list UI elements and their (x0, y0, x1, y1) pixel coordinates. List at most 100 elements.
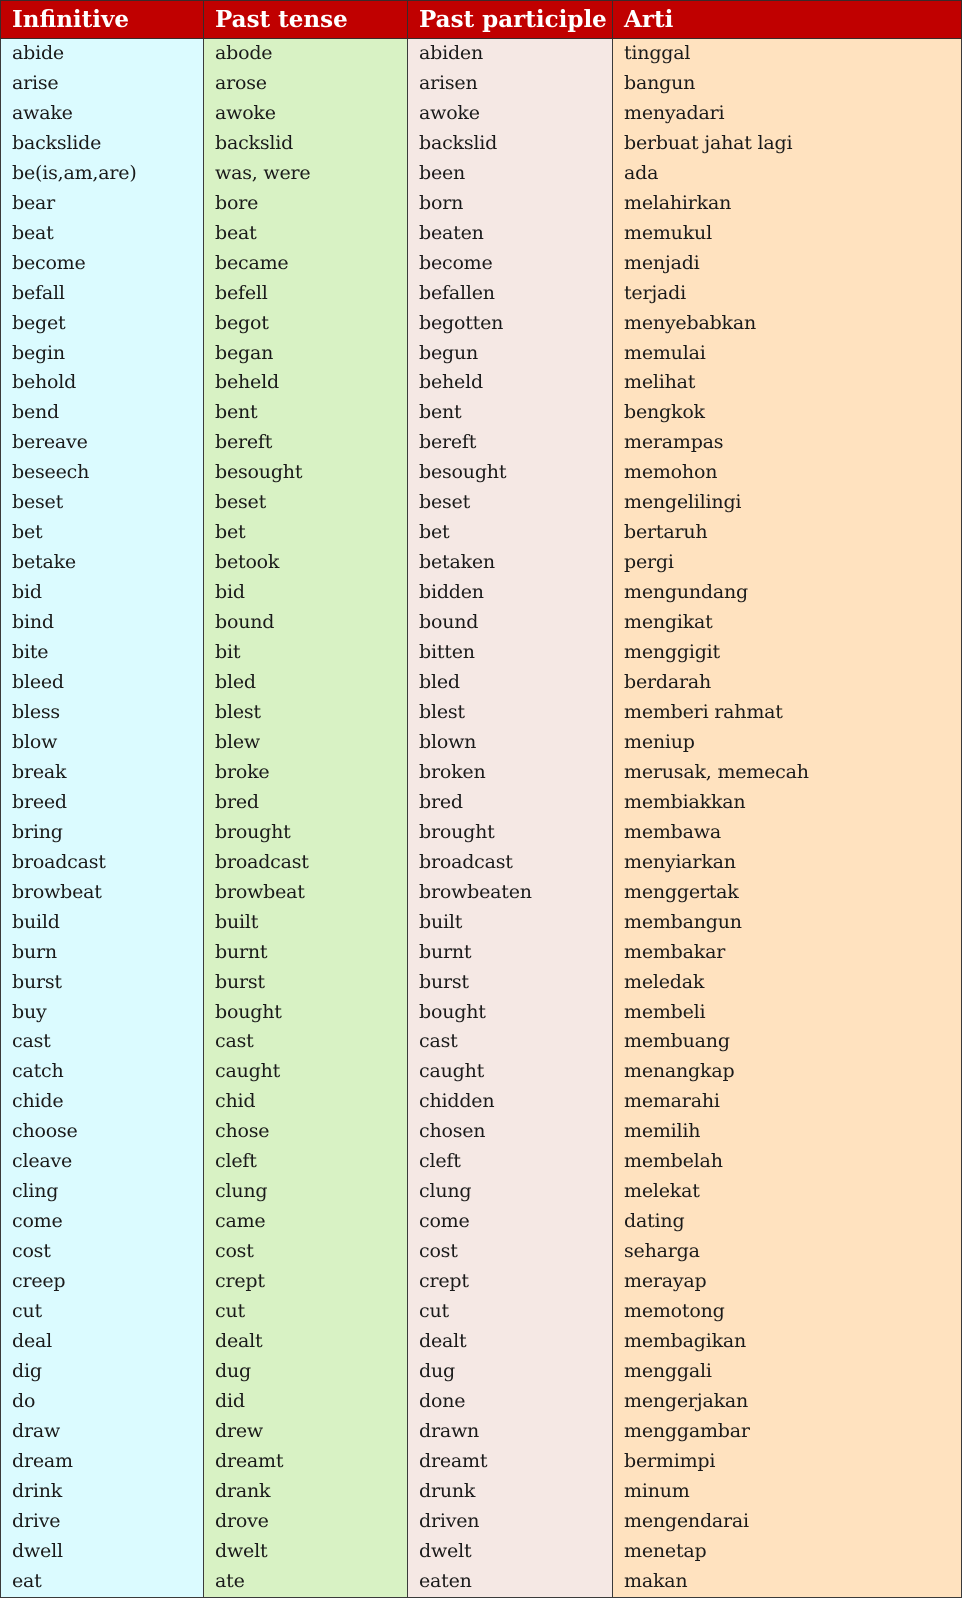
cell-past-participle: bitten (407, 638, 613, 669)
cell-past-participle: broken (407, 757, 613, 788)
table-row: do did done mengerjakan (0, 1386, 962, 1417)
table-row: dig dug dug menggali (0, 1356, 962, 1387)
table-row: betake betook betaken pergi (0, 548, 962, 579)
cell-past-tense: betook (203, 548, 408, 579)
table-row: browbeat browbeat browbeaten menggertak (0, 877, 962, 908)
cell-past-participle: brought (407, 817, 613, 848)
table-row: bet bet bet bertaruh (0, 518, 962, 549)
cell-past-tense: abode (203, 38, 408, 69)
cell-arti: mengendarai (612, 1506, 962, 1537)
cell-past-participle: crept (407, 1267, 613, 1298)
cell-past-participle: bled (407, 668, 613, 698)
table-row: cost cost cost seharga (0, 1237, 962, 1268)
table-row: draw drew drawn menggambar (0, 1416, 962, 1447)
cell-past-tense: begot (203, 308, 408, 339)
cell-infinitive: dream (0, 1446, 204, 1477)
cell-arti: memohon (612, 458, 962, 489)
cell-past-tense: broke (203, 757, 408, 788)
cell-infinitive: catch (0, 1057, 204, 1088)
cell-infinitive: do (0, 1386, 204, 1417)
table-row: breed bred bred membiakkan (0, 787, 962, 818)
cell-past-participle: become (407, 248, 613, 279)
cell-past-tense: burnt (203, 937, 408, 968)
header-infinitive: Infinitive (0, 0, 204, 39)
cell-past-tense: dreamt (203, 1446, 408, 1477)
cell-arti: berbuat jahat lagi (612, 128, 962, 159)
cell-past-participle: come (407, 1207, 613, 1238)
cell-past-tense: besought (203, 458, 408, 489)
cell-past-tense: caught (203, 1057, 408, 1088)
table-row: buy bought bought membeli (0, 997, 962, 1028)
table-row: beat beat beaten memukul (0, 218, 962, 249)
cell-infinitive: burst (0, 967, 204, 998)
cell-past-participle: beset (407, 488, 613, 519)
cell-past-participle: bought (407, 997, 613, 1028)
cell-infinitive: bend (0, 398, 204, 429)
cell-past-tense: bent (203, 398, 408, 429)
cell-arti: berdarah (612, 668, 962, 698)
cell-past-tense: bled (203, 668, 408, 698)
table-row: deal dealt dealt membagikan (0, 1326, 962, 1357)
cell-arti: mengundang (612, 578, 962, 609)
cell-infinitive: burn (0, 937, 204, 968)
cell-arti: membuang (612, 1027, 962, 1058)
header-past-participle: Past participle (407, 0, 613, 39)
cell-past-participle: blest (407, 697, 613, 728)
header-row: Infinitive Past tense Past participle Ar… (0, 0, 962, 39)
cell-arti: memukul (612, 218, 962, 249)
cell-arti: menyiarkan (612, 847, 962, 878)
cell-arti: menetap (612, 1536, 962, 1567)
cell-past-participle: besought (407, 458, 613, 489)
irregular-verbs-table: Infinitive Past tense Past participle Ar… (0, 0, 962, 1598)
cell-past-tense: cast (203, 1027, 408, 1058)
cell-past-participle: cast (407, 1027, 613, 1058)
cell-past-tense: bet (203, 518, 408, 549)
cell-past-tense: ate (203, 1566, 408, 1598)
cell-past-tense: beheld (203, 368, 408, 399)
cell-past-participle: bet (407, 518, 613, 549)
cell-arti: makan (612, 1566, 962, 1598)
cell-past-tense: bereft (203, 428, 408, 459)
cell-past-participle: built (407, 907, 613, 938)
cell-infinitive: beset (0, 488, 204, 519)
cell-past-tense: cost (203, 1237, 408, 1268)
cell-arti: membawa (612, 817, 962, 848)
table-row: befall befell befallen terjadi (0, 278, 962, 309)
cell-past-tense: blest (203, 697, 408, 728)
cell-infinitive: awake (0, 98, 204, 129)
cell-infinitive: eat (0, 1566, 204, 1598)
cell-infinitive: be(is,am,are) (0, 158, 204, 189)
cell-past-participle: bred (407, 787, 613, 818)
cell-past-participle: backslid (407, 128, 613, 159)
cell-arti: melahirkan (612, 188, 962, 219)
cell-past-tense: blew (203, 727, 408, 758)
cell-past-tense: dug (203, 1356, 408, 1387)
cell-past-tense: chid (203, 1087, 408, 1118)
cell-infinitive: draw (0, 1416, 204, 1447)
cell-arti: mengelilingi (612, 488, 962, 519)
table-row: be(is,am,are) was, were been ada (0, 158, 962, 189)
table-row: dwell dwelt dwelt menetap (0, 1536, 962, 1567)
cell-infinitive: beget (0, 308, 204, 339)
cell-infinitive: bleed (0, 668, 204, 698)
cell-arti: membelah (612, 1147, 962, 1178)
cell-past-tense: bore (203, 188, 408, 219)
table-row: creep crept crept merayap (0, 1267, 962, 1298)
cell-infinitive: backslide (0, 128, 204, 159)
table-row: beset beset beset mengelilingi (0, 488, 962, 519)
cell-arti: membiakkan (612, 787, 962, 818)
table-row: choose chose chosen memilih (0, 1117, 962, 1148)
cell-infinitive: dig (0, 1356, 204, 1387)
cell-arti: menggambar (612, 1416, 962, 1447)
cell-infinitive: broadcast (0, 847, 204, 878)
cell-past-tense: broadcast (203, 847, 408, 878)
cell-past-tense: bred (203, 787, 408, 818)
cell-infinitive: become (0, 248, 204, 279)
cell-past-participle: beheld (407, 368, 613, 399)
cell-arti: bengkok (612, 398, 962, 429)
table-row: catch caught caught menangkap (0, 1057, 962, 1088)
cell-arti: bermimpi (612, 1446, 962, 1477)
table-row: dream dreamt dreamt bermimpi (0, 1446, 962, 1477)
cell-arti: melekat (612, 1177, 962, 1208)
cell-arti: mengikat (612, 608, 962, 639)
